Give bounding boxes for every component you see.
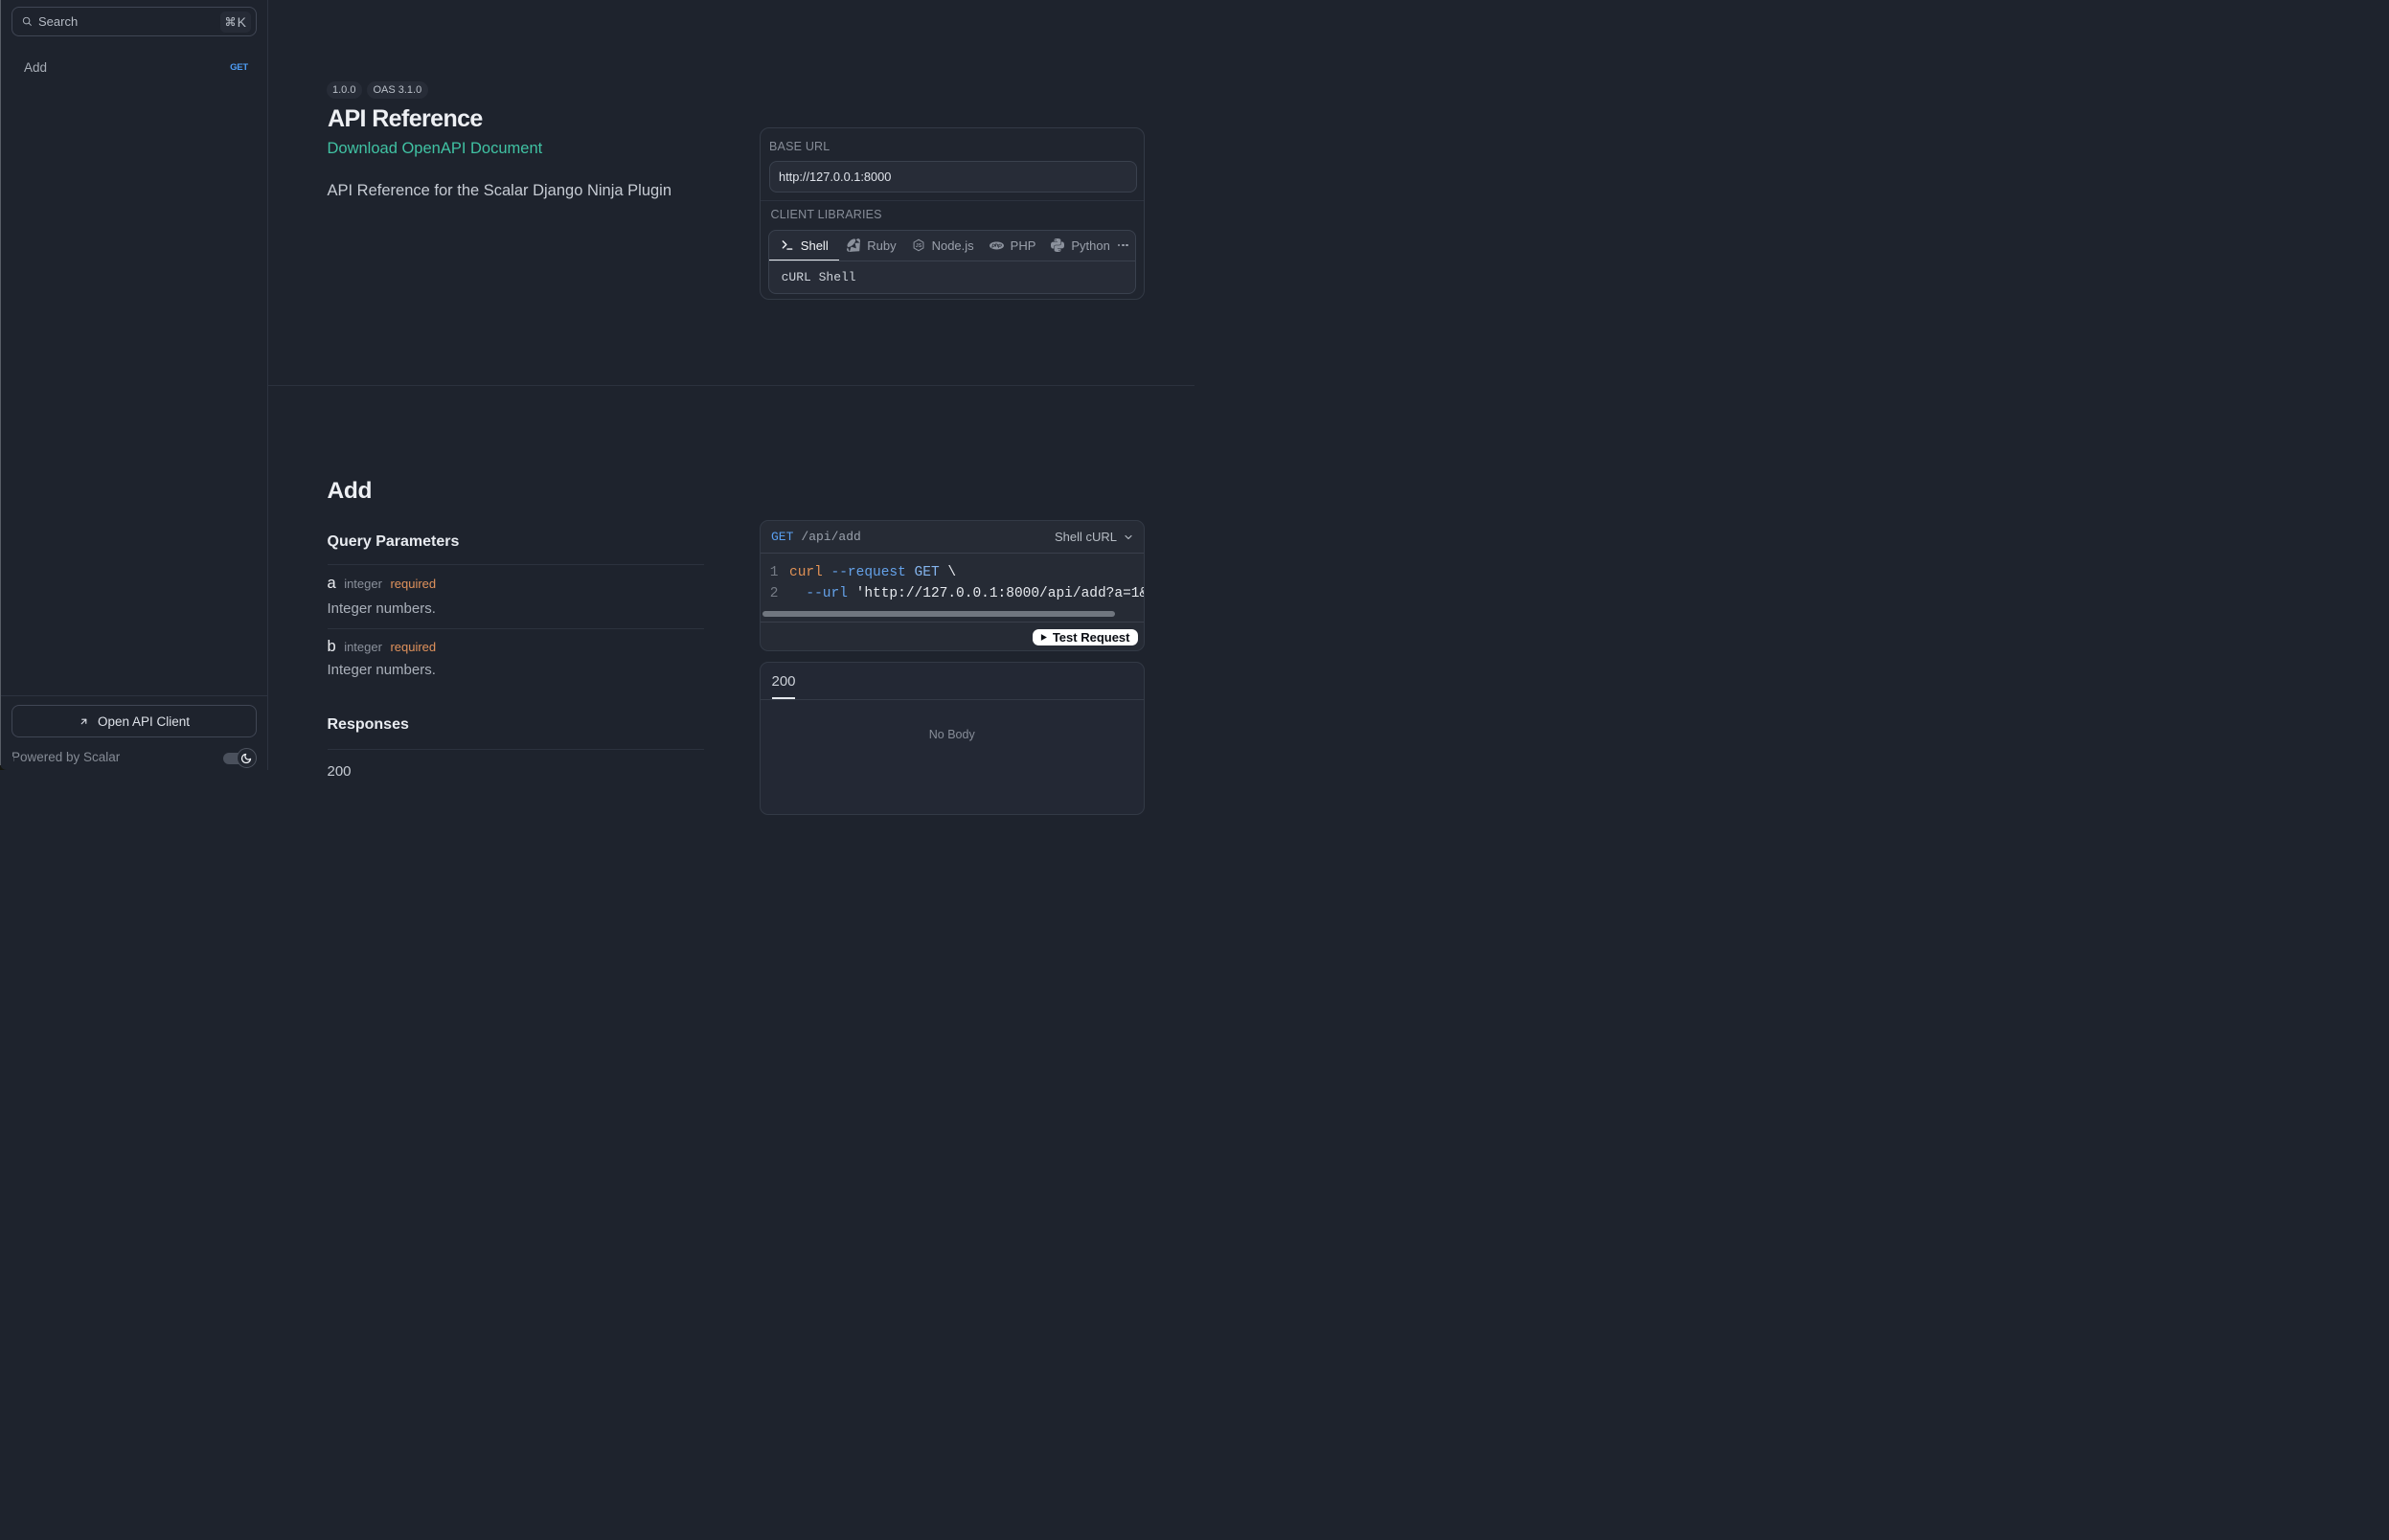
svg-text:JS: JS	[915, 243, 921, 249]
